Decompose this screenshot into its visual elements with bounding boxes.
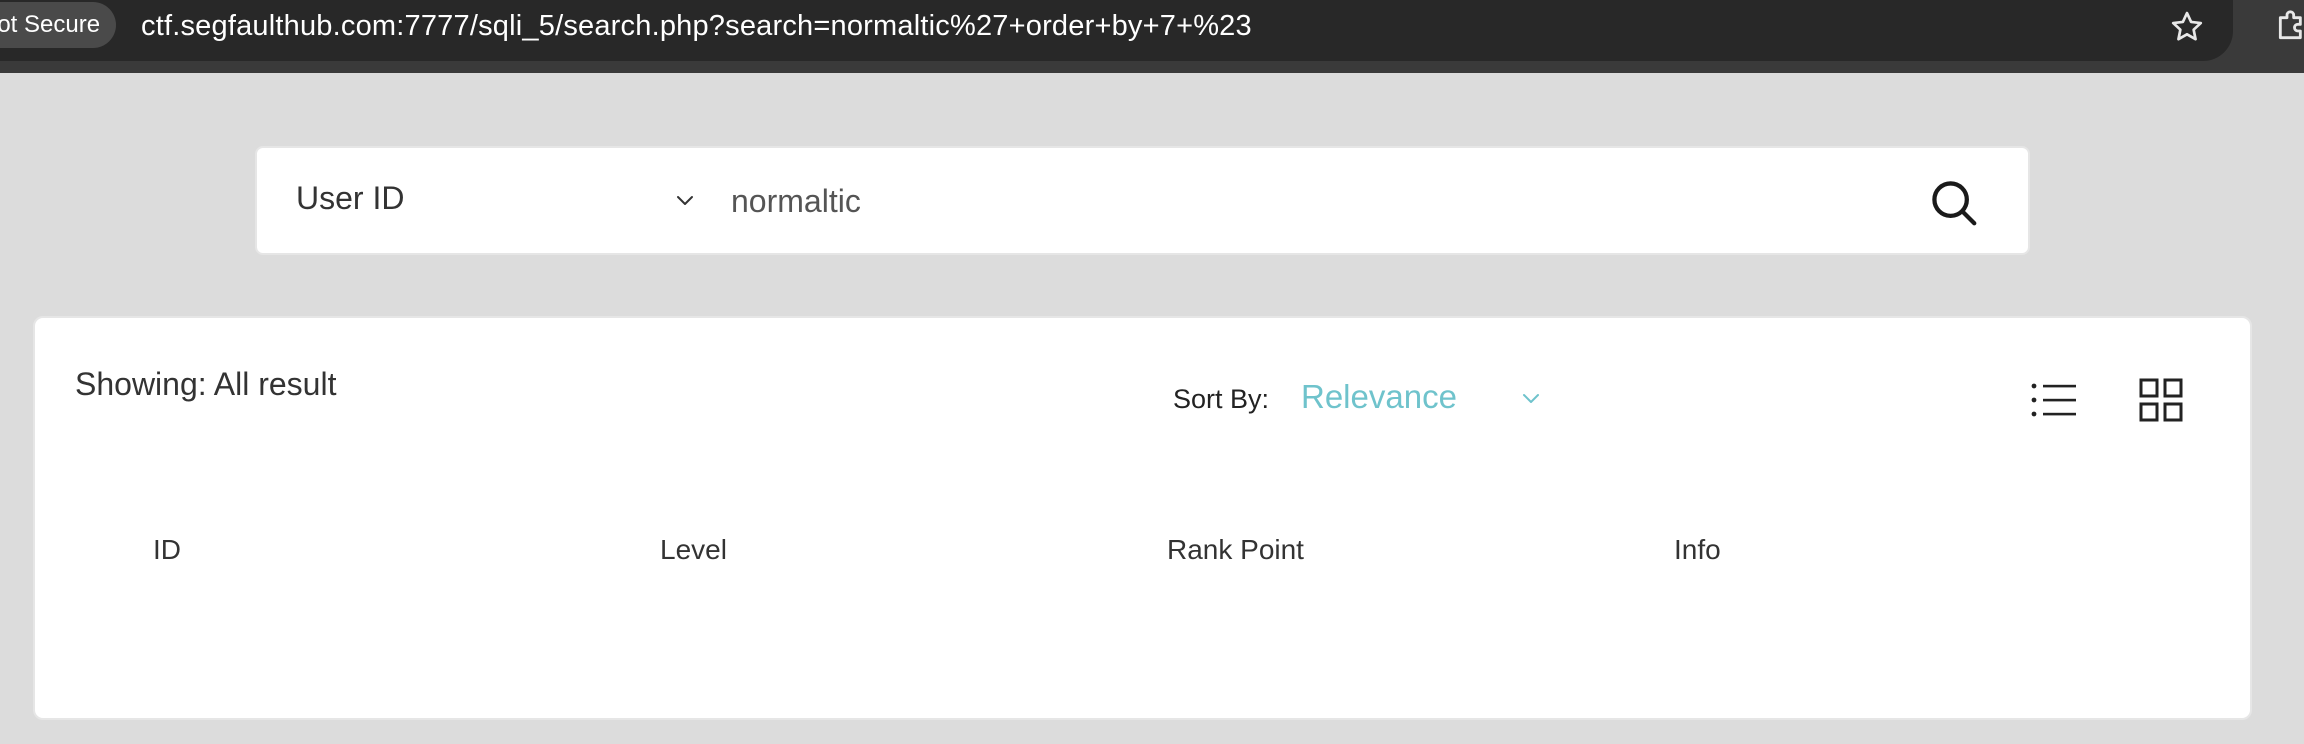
column-header-level[interactable]: Level: [660, 534, 727, 566]
column-header-id[interactable]: ID: [153, 534, 181, 566]
list-view-icon[interactable]: [2030, 380, 2078, 420]
search-bar: User ID: [255, 146, 2131, 255]
sort-select[interactable]: Relevance: [1301, 378, 1457, 416]
chevron-down-icon[interactable]: [1519, 386, 1543, 410]
security-label: Not Secure: [0, 11, 101, 38]
sort-by-label: Sort By:: [1173, 384, 1270, 414]
results-panel: Showing: All result Sort By: Relevance I…: [33, 316, 2252, 720]
extension-icon[interactable]: [2272, 6, 2304, 46]
address-bar[interactable]: Not Secure ctf.segfaulthub.com:7777/sqli…: [0, 0, 2233, 61]
search-field-select[interactable]: User ID: [257, 148, 712, 253]
search-field-select-value: User ID: [296, 180, 405, 216]
column-header-info[interactable]: Info: [1674, 534, 1721, 566]
search-icon[interactable]: [1927, 176, 1981, 230]
grid-view-icon[interactable]: [2139, 378, 2183, 422]
star-icon[interactable]: [2168, 8, 2206, 46]
results-table-header: ID Level Rank Point Info: [35, 534, 2250, 574]
security-indicator[interactable]: Not Secure: [0, 2, 117, 48]
browser-toolbar: Not Secure ctf.segfaulthub.com:7777/sqli…: [0, 0, 2304, 73]
search-input[interactable]: [731, 166, 2131, 236]
chevron-down-icon[interactable]: [673, 188, 697, 212]
showing-label: Showing: All result: [75, 366, 337, 402]
column-header-rank-point[interactable]: Rank Point: [1167, 534, 1304, 566]
url-text[interactable]: ctf.segfaulthub.com:7777/sqli_5/search.p…: [141, 6, 1252, 46]
